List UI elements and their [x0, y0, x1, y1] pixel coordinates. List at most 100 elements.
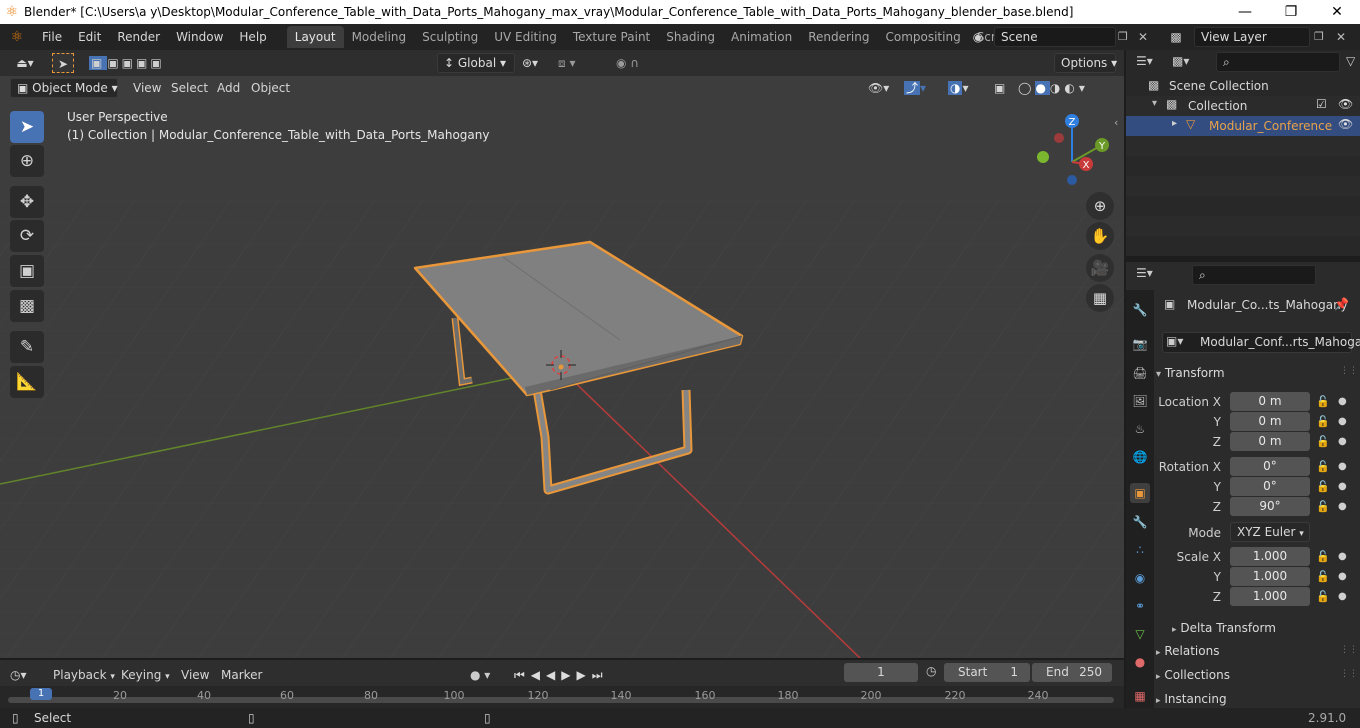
rotation-z-field[interactable]: 90°	[1230, 497, 1310, 516]
texture-tab-icon[interactable]: ▦	[1130, 686, 1150, 706]
scene-selector[interactable]: Scene	[994, 27, 1116, 47]
rotate-tool-icon[interactable]: ⟳	[10, 220, 44, 252]
keyframe-location-x-icon[interactable]: ●	[1338, 396, 1347, 407]
menu-object[interactable]: Object	[251, 78, 290, 98]
keyframe-rotation-x-icon[interactable]: ●	[1338, 461, 1347, 472]
blender-menu-icon[interactable]: ⚛	[0, 29, 34, 45]
snap-icon[interactable]: ⧈ ▾	[558, 53, 608, 73]
menu-marker[interactable]: Marker	[221, 665, 262, 685]
maximize-icon[interactable]: ❐	[1268, 0, 1314, 24]
select-mode-icons[interactable]: ▣ ▣▣▣▣	[89, 53, 185, 73]
collection-eye-icon[interactable]: 👁	[1338, 97, 1353, 111]
menu-keying[interactable]: Keying ▾	[121, 665, 170, 685]
object-label[interactable]: Modular_Conference	[1209, 119, 1332, 133]
rotation-y-field[interactable]: 0°	[1230, 477, 1310, 496]
filter-icon[interactable]: ▽	[1346, 54, 1355, 68]
view-layer-icon[interactable]: ▩	[1162, 27, 1190, 47]
drag-handle-icon[interactable]: ⋮⋮	[1340, 366, 1358, 376]
remove-scene-icon[interactable]: ✕	[1138, 27, 1152, 47]
remove-view-layer-icon[interactable]: ✕	[1336, 27, 1350, 47]
constraints-tab-icon[interactable]: ⚭	[1130, 596, 1150, 616]
scale-tool-icon[interactable]: ▣	[10, 255, 44, 287]
particles-tab-icon[interactable]: ∴	[1130, 540, 1150, 560]
datablock-icon[interactable]: ▣▾	[1166, 334, 1183, 348]
playback-controls-icons[interactable]: ⏮◀◀▶▶⏭	[514, 665, 634, 685]
collection-label[interactable]: Collection	[1188, 99, 1247, 113]
data-tab-icon[interactable]: ▽	[1130, 624, 1150, 644]
scene-collection-label[interactable]: Scene Collection	[1169, 79, 1269, 93]
menu-add[interactable]: Add	[217, 78, 240, 98]
tab-layout[interactable]: Layout	[286, 26, 344, 48]
keyframe-rotation-y-icon[interactable]: ●	[1338, 481, 1347, 492]
render-tab-icon[interactable]: 📷	[1130, 334, 1150, 354]
transform-panel-header[interactable]: ▾ Transform	[1156, 362, 1354, 384]
keyframe-scale-z-icon[interactable]: ●	[1338, 591, 1347, 602]
camera-view-icon[interactable]: 🎥	[1086, 254, 1114, 282]
ortho-grid-icon[interactable]: ▦	[1086, 284, 1114, 312]
collections-panel-header[interactable]: ▸ Collections	[1156, 664, 1354, 686]
menu-help[interactable]: Help	[231, 24, 274, 50]
view-layer-selector[interactable]: View Layer	[1194, 27, 1310, 47]
zoom-icon[interactable]: ⊕	[1086, 192, 1114, 220]
properties-editor-icon[interactable]: ☰▾	[1136, 266, 1153, 280]
rotation-mode-dropdown[interactable]: XYZ Euler ▾	[1230, 522, 1310, 542]
object-eye-icon[interactable]: 👁	[1338, 117, 1353, 131]
cursor-tool-icon[interactable]: ⊕	[10, 145, 44, 177]
copy-view-layer-icon[interactable]: ❐	[1314, 27, 1330, 47]
proportional-editing-icon[interactable]: ◉ ∩	[616, 53, 666, 73]
sidebar-toggle-icon[interactable]: ‹	[1114, 116, 1118, 129]
tab-compositing[interactable]: Compositing	[877, 26, 968, 48]
close-icon[interactable]: ✕	[1314, 0, 1360, 24]
options-dropdown[interactable]: Options ▾	[1054, 53, 1117, 73]
gizmo-toggle-icon[interactable]: ⤴ ▾	[904, 78, 940, 98]
pivot-point-icon[interactable]: ⊛▾	[522, 53, 552, 73]
modifier-tab-icon[interactable]: 🔧	[1130, 512, 1150, 532]
material-tab-icon[interactable]: ●	[1130, 652, 1150, 672]
menu-view[interactable]: View	[133, 78, 161, 98]
menu-timeline-view[interactable]: View	[181, 665, 209, 685]
minimize-icon[interactable]: —	[1222, 0, 1268, 24]
rotation-x-field[interactable]: 0°	[1230, 457, 1310, 476]
end-frame-field[interactable]: End 250	[1032, 663, 1112, 682]
transform-tool-icon[interactable]: ▩	[10, 290, 44, 322]
pin-icon[interactable]: 📌	[1334, 297, 1349, 311]
properties-search-input[interactable]: ⌕	[1192, 265, 1316, 285]
tab-modeling[interactable]: Modeling	[344, 26, 415, 48]
lock-location-x-icon[interactable]: 🔓	[1316, 395, 1330, 408]
editor-type-icon[interactable]: ⏏▾	[10, 53, 40, 73]
output-tab-icon[interactable]: 🖨	[1130, 363, 1150, 383]
menu-render[interactable]: Render	[109, 24, 168, 50]
tab-animation[interactable]: Animation	[723, 26, 800, 48]
current-frame-field[interactable]: 1	[844, 663, 918, 682]
menu-window[interactable]: Window	[168, 24, 231, 50]
shading-mode-icons[interactable]: ◯●◑◐▾	[1018, 78, 1114, 98]
menu-file[interactable]: File	[34, 24, 70, 50]
scene-tab-icon[interactable]: ♨	[1130, 419, 1150, 439]
drag-handle-icon[interactable]: ⋮⋮	[1340, 669, 1358, 679]
scale-y-field[interactable]: 1.000	[1230, 567, 1310, 586]
move-tool-icon[interactable]: ✥	[10, 186, 44, 218]
tab-rendering[interactable]: Rendering	[800, 26, 877, 48]
scale-x-field[interactable]: 1.000	[1230, 547, 1310, 566]
drag-handle-icon[interactable]: ⋮⋮	[1340, 645, 1358, 655]
measure-tool-icon[interactable]: 📐	[10, 366, 44, 398]
keyframe-location-z-icon[interactable]: ●	[1338, 436, 1347, 447]
keyframe-rotation-z-icon[interactable]: ●	[1338, 501, 1347, 512]
xray-toggle-icon[interactable]: ▣	[994, 78, 1012, 98]
auto-keying-icon[interactable]: ● ▾	[470, 665, 506, 685]
tool-tab-icon[interactable]: 🔧	[1130, 300, 1150, 320]
relations-panel-header[interactable]: ▸ Relations	[1156, 640, 1354, 662]
tab-shading[interactable]: Shading	[658, 26, 723, 48]
keyframe-scale-x-icon[interactable]: ●	[1338, 551, 1347, 562]
collection-checkbox-icon[interactable]: ☑	[1316, 97, 1327, 111]
lock-rotation-z-icon[interactable]: 🔓	[1316, 500, 1330, 513]
overlays-toggle-icon[interactable]: ◑ ▾	[948, 78, 984, 98]
mode-dropdown[interactable]: ▣ Object Mode ▾	[10, 78, 118, 98]
lock-scale-x-icon[interactable]: 🔓	[1316, 550, 1330, 563]
display-mode-icon[interactable]: ▩▾	[1172, 54, 1189, 68]
lock-scale-z-icon[interactable]: 🔓	[1316, 590, 1330, 603]
copy-scene-icon[interactable]: ❐	[1118, 27, 1134, 47]
lock-scale-y-icon[interactable]: 🔓	[1316, 570, 1330, 583]
lock-location-z-icon[interactable]: 🔓	[1316, 435, 1330, 448]
world-tab-icon[interactable]: 🌐	[1130, 447, 1150, 467]
